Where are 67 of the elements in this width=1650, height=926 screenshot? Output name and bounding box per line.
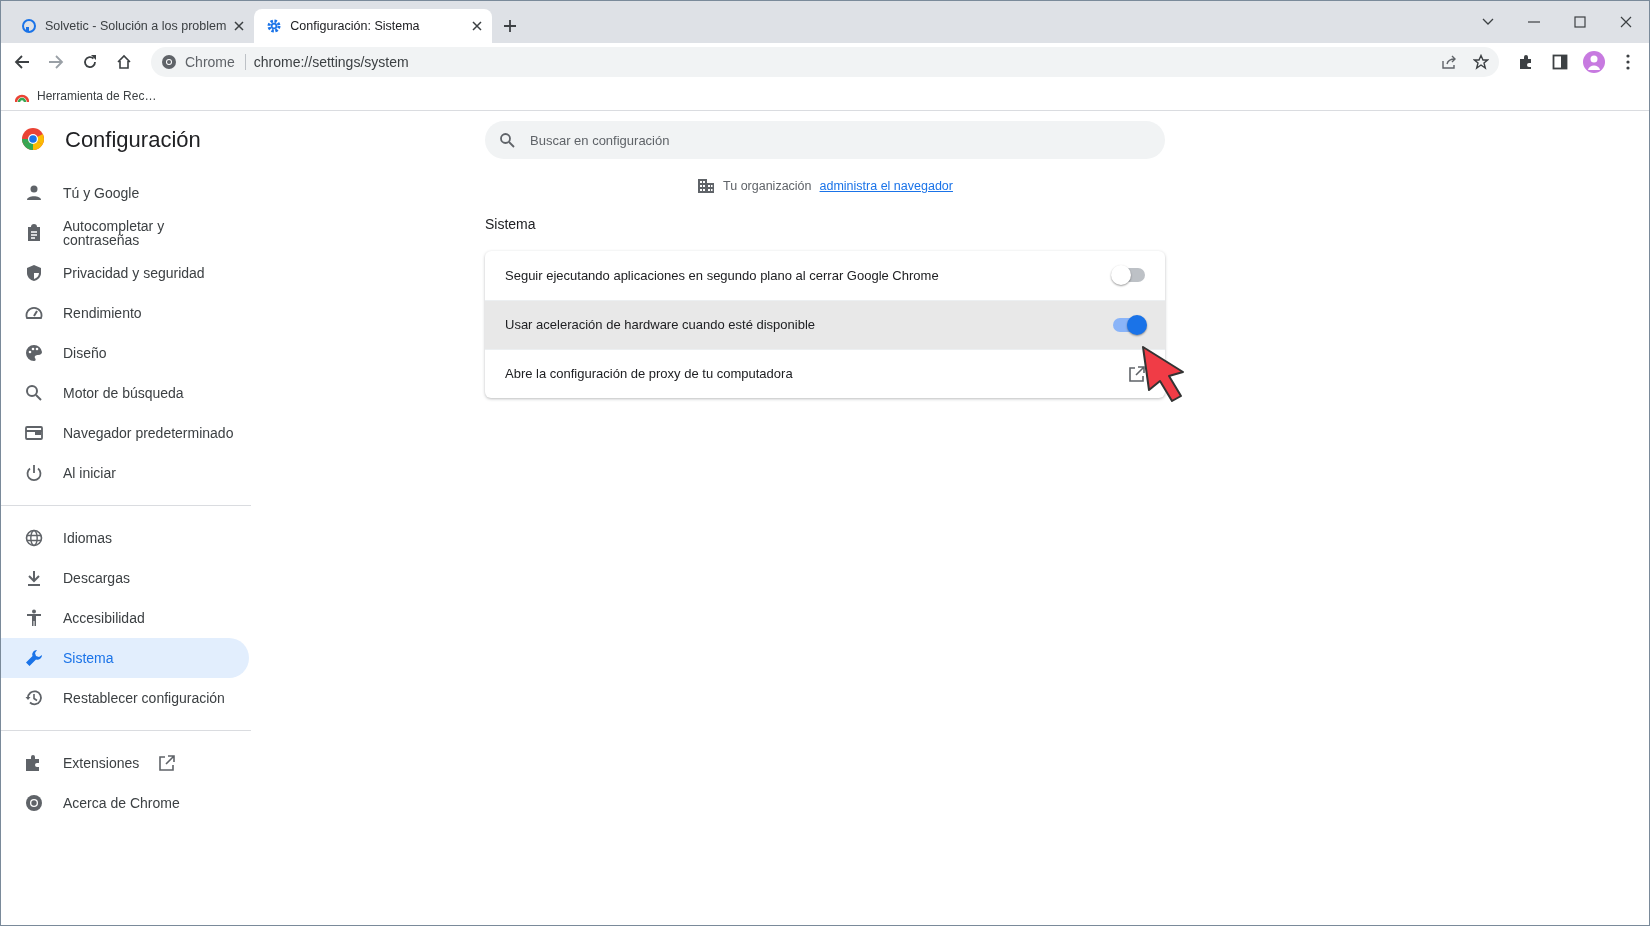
close-icon[interactable] (1620, 16, 1632, 28)
maximize-icon[interactable] (1574, 16, 1586, 28)
chevron-down-icon[interactable] (1481, 17, 1495, 27)
chrome-logo-icon (161, 54, 177, 70)
search-icon (25, 384, 43, 402)
speedometer-icon (25, 304, 43, 322)
palette-icon (25, 344, 43, 362)
power-icon (25, 464, 43, 482)
chrome-logo-icon (25, 794, 43, 812)
nav-item[interactable]: Autocompletar y contraseñas (1, 213, 249, 253)
forward-icon[interactable] (48, 54, 64, 70)
person-icon (25, 184, 43, 202)
toggle-switch[interactable] (1113, 317, 1145, 332)
home-icon[interactable] (116, 54, 132, 70)
nav-item[interactable]: Descargas (1, 558, 249, 598)
external-link-icon[interactable] (1129, 365, 1145, 382)
share-icon[interactable] (1441, 54, 1457, 70)
nav-item[interactable]: Restablecer configuración (1, 678, 249, 718)
setting-row[interactable]: Usar aceleración de hardware cuando esté disponible (485, 299, 1165, 349)
back-icon[interactable] (14, 54, 30, 70)
nav-item[interactable]: Rendimiento (1, 293, 249, 333)
clipboard-icon (25, 224, 43, 242)
nav-item[interactable]: Diseño (1, 333, 249, 373)
setting-row[interactable]: Seguir ejecutando aplicaciones en segundo plano al cerrar Google Chrome (485, 250, 1165, 300)
site-chip: Chrome (185, 54, 246, 70)
globe-icon (25, 529, 43, 547)
nav-item[interactable]: Privacidad y seguridad (1, 253, 249, 293)
nav-item[interactable]: Idiomas (1, 518, 249, 558)
close-icon[interactable] (472, 21, 483, 31)
nav-item[interactable]: Accesibilidad (1, 598, 249, 638)
wrench-icon (25, 649, 43, 667)
page-title: Configuración (65, 125, 201, 154)
setting-label: Abre la configuración de proxy de tu computadora (505, 365, 794, 383)
search-field[interactable]: Buscar en configuración (485, 121, 1165, 159)
toggle-switch[interactable] (1113, 268, 1145, 283)
browser-window-icon (25, 424, 43, 442)
close-icon[interactable] (234, 21, 245, 31)
avatar-icon[interactable] (1583, 51, 1605, 73)
more-menu-icon[interactable] (1626, 54, 1630, 70)
nav-item[interactable]: Acerca de Chrome (1, 783, 249, 823)
setting-label: Seguir ejecutando aplicaciones en segundo plano al cerrar Google Chrome (505, 266, 940, 285)
browser-tab[interactable]: Configuración: Sistema (254, 9, 493, 43)
notice-link[interactable]: administra el navegador (819, 177, 953, 196)
bookmark[interactable]: Herramienta de Rec… (15, 86, 157, 105)
history-icon (25, 689, 43, 707)
plus-icon[interactable] (503, 19, 518, 33)
side-panel-icon[interactable] (1552, 54, 1568, 70)
shield-icon (25, 264, 43, 282)
star-icon[interactable] (1473, 54, 1489, 70)
setting-label: Usar aceleración de hardware cuando esté disponible (505, 316, 817, 334)
nav-item[interactable]: Motor de búsqueda (1, 373, 249, 413)
download-icon (25, 569, 43, 587)
reload-icon[interactable] (82, 54, 98, 70)
puzzle-icon[interactable] (1518, 54, 1534, 70)
notice-text: Tu organización (723, 178, 812, 195)
nav-item[interactable]: Tú y Google (1, 173, 249, 213)
nav-item[interactable]: Extensiones (1, 743, 249, 783)
browser-tab[interactable]: Solvetic - Solución a los problem (9, 9, 255, 43)
section-title: Sistema (485, 214, 537, 234)
nav-item[interactable]: Al iniciar (1, 453, 249, 493)
chrome-logo-icon (21, 127, 45, 151)
url-text: chrome://settings/system (253, 52, 409, 72)
accessibility-icon (25, 609, 43, 627)
nav-item[interactable]: Sistema (1, 638, 249, 678)
address-bar[interactable]: Chrome chrome://settings/system (151, 47, 1499, 77)
building-icon (697, 178, 716, 195)
nav-item[interactable]: Navegador predeterminado (1, 413, 249, 453)
